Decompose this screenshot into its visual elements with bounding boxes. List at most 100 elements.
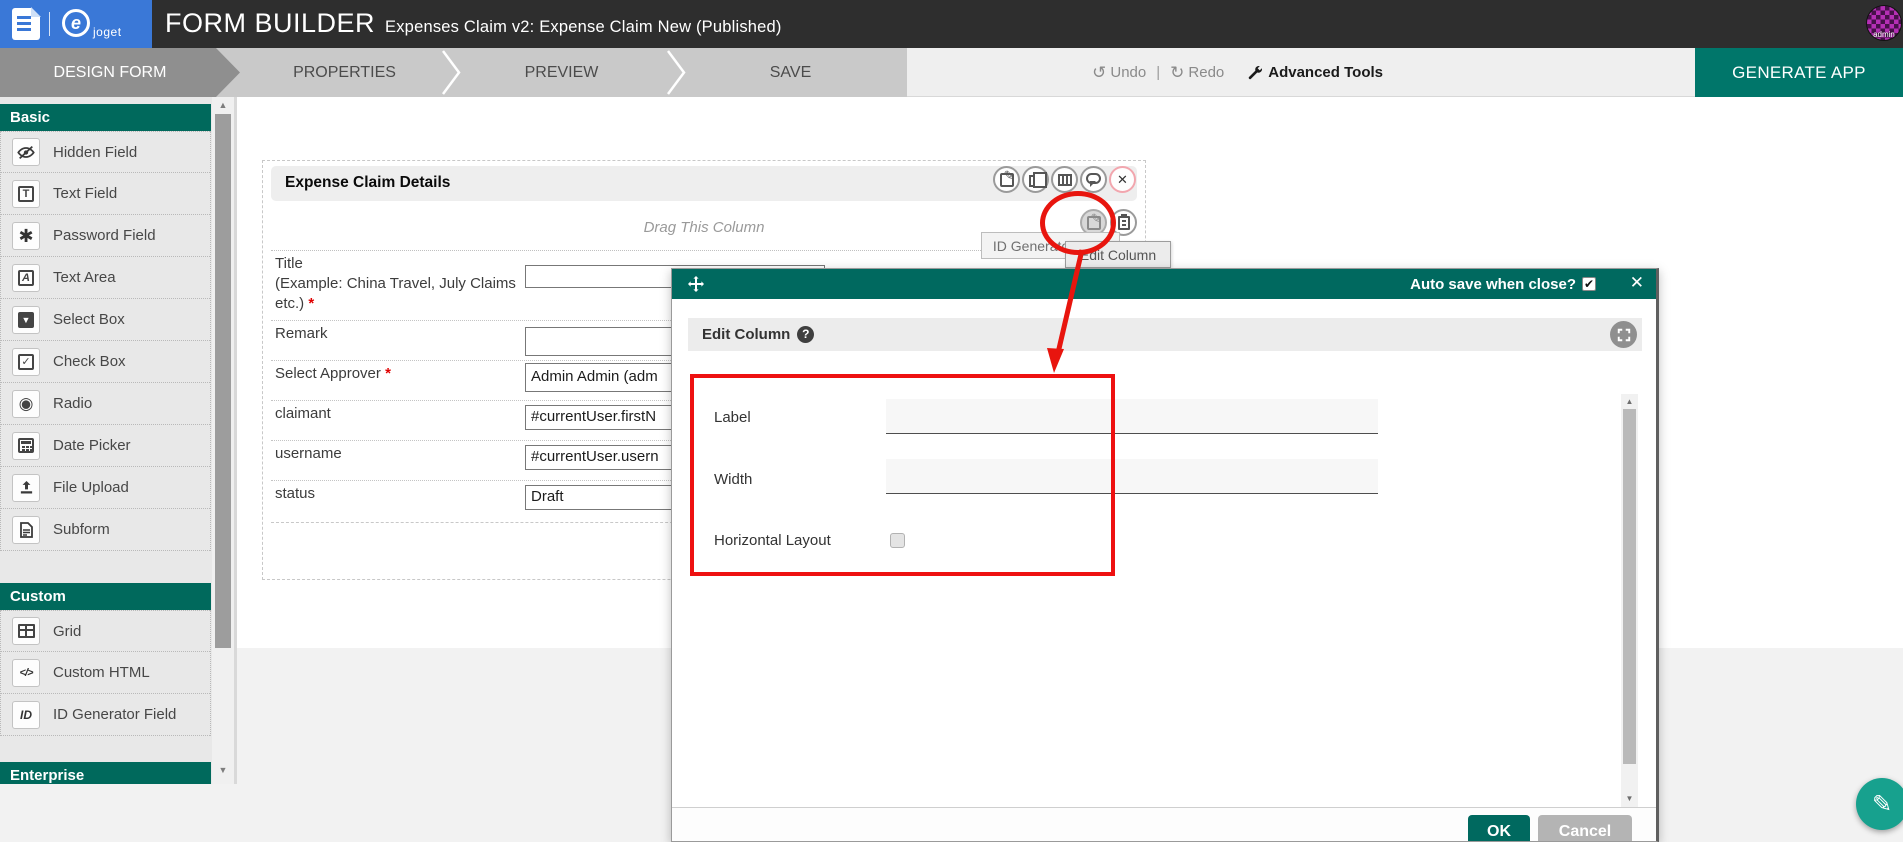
dialog-close-button[interactable]: ✕ — [1630, 273, 1644, 293]
document-icon — [12, 8, 40, 40]
palette-item-label: File Upload — [53, 479, 129, 496]
width-input[interactable] — [886, 459, 1378, 494]
redo-button[interactable]: ↻Redo — [1170, 63, 1224, 83]
grid-icon — [12, 617, 40, 645]
dialog-scrollbar-thumb[interactable] — [1623, 409, 1636, 764]
autosave-label: Auto save when close? — [1410, 276, 1576, 293]
avatar-label: admin — [1867, 30, 1901, 39]
brand-divider — [49, 12, 50, 36]
tab-save[interactable]: SAVE — [674, 48, 907, 97]
label-field-label: Label — [714, 409, 751, 426]
fullscreen-button[interactable] — [1610, 321, 1637, 348]
palette-item-text-field[interactable]: T Text Field — [1, 173, 210, 215]
field-label: username — [275, 444, 533, 464]
dialog-scrollbar[interactable]: ▲ ▼ — [1621, 394, 1638, 807]
close-icon: ✕ — [1117, 172, 1128, 188]
scroll-down-icon[interactable]: ▼ — [1621, 794, 1638, 803]
horizontal-layout-label: Horizontal Layout — [714, 532, 831, 549]
width-field-label: Width — [714, 471, 752, 488]
form-section-title: Expense Claim Details — [285, 174, 450, 192]
palette-item-select-box[interactable]: ▼ Select Box — [1, 299, 210, 341]
top-bar: e joget FORM BUILDERExpenses Claim v2: E… — [0, 0, 1903, 48]
generate-app-button[interactable]: GENERATE APP — [1695, 48, 1903, 97]
palette-section-custom[interactable]: Custom — [0, 583, 211, 610]
palette-item-check-box[interactable]: ✓ Check Box — [1, 341, 210, 383]
form-subtitle: Expenses Claim v2: Expense Claim New (Pu… — [385, 18, 782, 36]
palette-item-password-field[interactable]: ✱ Password Field — [1, 215, 210, 257]
tab-design-form[interactable]: DESIGN FORM — [0, 48, 240, 97]
advanced-tools-button[interactable]: Advanced Tools — [1248, 64, 1383, 81]
text-field-icon: T — [12, 180, 40, 208]
nav-bar: DESIGN FORM PROPERTIES PREVIEW SAVE ↺Und… — [0, 48, 1903, 97]
app-title: FORM BUILDERExpenses Claim v2: Expense C… — [165, 8, 782, 39]
palette-scrollbar[interactable]: ▲ ▼ — [212, 97, 234, 784]
dialog-section-header: Edit Column ? — [688, 318, 1642, 351]
edit-icon — [1087, 216, 1101, 230]
joget-e-icon: e — [62, 9, 90, 37]
columns-icon — [1058, 174, 1072, 186]
field-label: Title (Example: China Travel, July Claim… — [275, 254, 533, 314]
move-icon[interactable] — [688, 276, 704, 292]
drag-column-hint: Drag This Column — [644, 219, 765, 236]
field-label-text: Title — [275, 255, 303, 272]
field-label: Remark — [275, 324, 533, 344]
palette-item-label: ID Generator Field — [53, 706, 176, 723]
palette-item-date-picker[interactable]: Date Picker — [1, 425, 210, 467]
cancel-button[interactable]: Cancel — [1538, 815, 1632, 842]
scroll-up-icon[interactable]: ▲ — [212, 100, 234, 110]
file-upload-icon — [12, 474, 40, 502]
edit-column-dialog: Auto save when close? ✔ ✕ Edit Column ? … — [671, 268, 1659, 842]
palette-section-basic[interactable]: Basic — [0, 104, 211, 131]
palette-section-enterprise[interactable]: Enterprise — [0, 762, 211, 784]
redo-label: Redo — [1188, 64, 1224, 81]
copy-section-button[interactable] — [1022, 166, 1049, 193]
palette-item-file-upload[interactable]: File Upload — [1, 467, 210, 509]
ok-button[interactable]: OK — [1468, 815, 1530, 842]
palette-items-basic: Hidden Field T Text Field ✱ Password Fie… — [0, 131, 211, 551]
redo-icon: ↻ — [1170, 63, 1184, 83]
delete-section-button[interactable]: ✕ — [1109, 166, 1136, 193]
palette-item-label: Select Box — [53, 311, 125, 328]
radio-icon: ◉ — [12, 390, 40, 418]
dialog-titlebar[interactable]: Auto save when close? ✔ ✕ — [672, 269, 1656, 299]
palette-item-custom-html[interactable]: </> Custom HTML — [1, 652, 210, 694]
palette-item-text-area[interactable]: A Text Area — [1, 257, 210, 299]
palette-item-grid[interactable]: Grid — [1, 610, 210, 652]
date-picker-icon — [12, 432, 40, 460]
joget-wordmark: joget — [93, 25, 122, 39]
separator: | — [1152, 64, 1164, 81]
palette-item-subform[interactable]: Subform — [1, 509, 210, 551]
palette-scrollbar-thumb[interactable] — [215, 114, 231, 648]
palette-item-radio[interactable]: ◉ Radio — [1, 383, 210, 425]
label-input[interactable] — [886, 399, 1378, 434]
palette-item-hidden-field[interactable]: Hidden Field — [1, 131, 210, 173]
autosave-option: Auto save when close? ✔ — [1410, 269, 1596, 299]
columns-button[interactable] — [1051, 166, 1078, 193]
palette-item-label: Subform — [53, 521, 110, 538]
brand-block[interactable]: e joget — [0, 0, 152, 48]
avatar[interactable]: admin — [1866, 5, 1902, 41]
palette-item-label: Radio — [53, 395, 92, 412]
floating-edit-button[interactable]: ✎ — [1856, 778, 1903, 830]
autosave-checkbox[interactable]: ✔ — [1582, 277, 1596, 291]
palette-items-custom: Grid </> Custom HTML ID ID Generator Fie… — [0, 610, 211, 736]
scroll-up-icon[interactable]: ▲ — [1621, 397, 1638, 406]
horizontal-layout-checkbox[interactable] — [890, 533, 905, 548]
field-sublabel-text: (Example: China Travel, July Claims etc.… — [275, 275, 516, 312]
edit-section-button[interactable] — [993, 166, 1020, 193]
tab-properties[interactable]: PROPERTIES — [240, 48, 449, 97]
history-tools: ↺Undo | ↻Redo Advanced Tools — [1092, 48, 1383, 97]
tab-preview[interactable]: PREVIEW — [449, 48, 674, 97]
tab-chevron-icon — [440, 48, 462, 97]
canvas-left-edge — [234, 97, 237, 784]
palette-item-id-generator[interactable]: ID ID Generator Field — [1, 694, 210, 736]
comment-button[interactable] — [1080, 166, 1107, 193]
field-label: Select Approver — [275, 365, 391, 382]
password-field-icon: ✱ — [12, 222, 40, 250]
help-icon[interactable]: ? — [797, 326, 814, 343]
undo-button[interactable]: ↺Undo — [1092, 63, 1146, 83]
joget-logo: e joget — [62, 7, 142, 41]
scroll-down-icon[interactable]: ▼ — [212, 765, 234, 775]
edit-icon — [1000, 173, 1014, 187]
field-label: claimant — [275, 404, 533, 424]
